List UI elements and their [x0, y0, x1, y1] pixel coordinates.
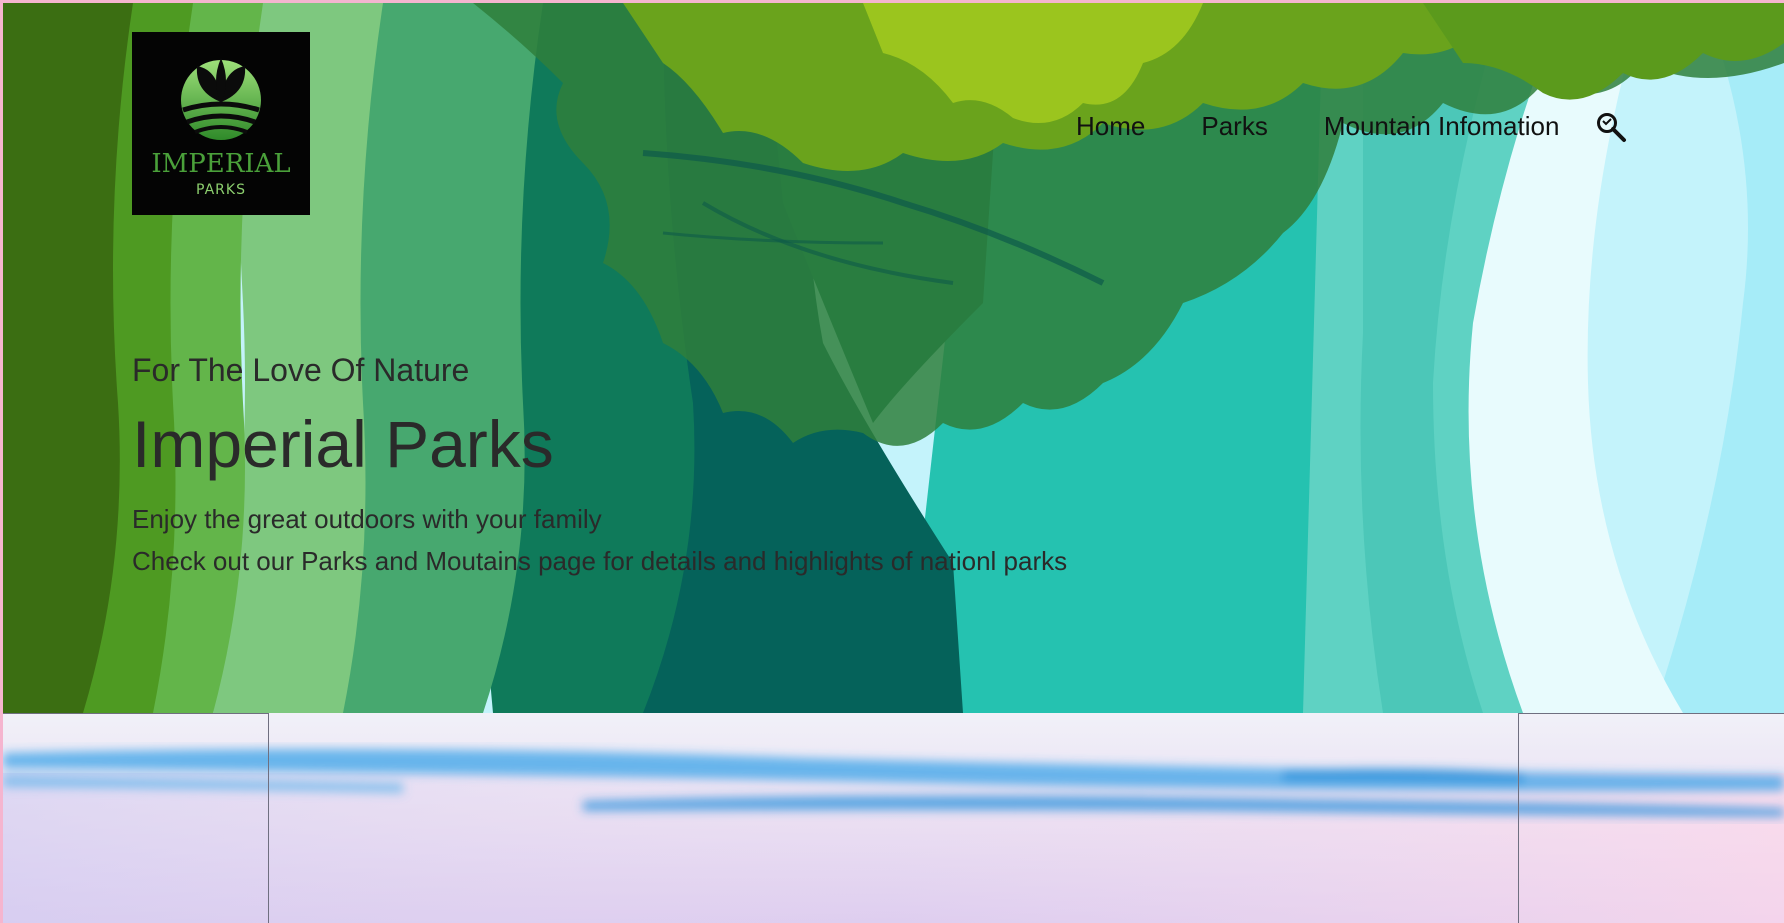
- logo-brand-text: IMPERIAL: [151, 149, 291, 179]
- hero-title: Imperial Parks: [132, 407, 554, 481]
- right-panel: [1518, 713, 1784, 923]
- logo-sub-text: PARKS: [196, 182, 246, 198]
- hero-description-line-2: Check out our Parks and Moutains page fo…: [132, 546, 1068, 576]
- hero-tagline: For The Love Of Nature: [132, 352, 470, 388]
- hero-description-line-1: Enjoy the great outdoors with your famil…: [132, 504, 602, 534]
- hero-section: IMPERIAL PARKS Home Parks Mountain Infom…: [3, 3, 1784, 713]
- leaf-logo-icon: [181, 58, 261, 140]
- main-nav: Home Parks Mountain Infomation: [1076, 109, 1627, 143]
- nav-parks[interactable]: Parks: [1201, 111, 1267, 141]
- search-icon[interactable]: [1595, 111, 1627, 143]
- left-panel: [3, 713, 269, 923]
- nav-mountain-information[interactable]: Mountain Infomation: [1324, 111, 1560, 141]
- sky-background-image: [3, 713, 1784, 923]
- sky-image-strip: [3, 713, 1784, 923]
- page: IMPERIAL PARKS Home Parks Mountain Infom…: [3, 3, 1784, 923]
- nav-home[interactable]: Home: [1076, 111, 1145, 141]
- hero-text-block: For The Love Of Nature Imperial Parks En…: [132, 350, 1067, 582]
- site-logo[interactable]: IMPERIAL PARKS: [132, 32, 310, 215]
